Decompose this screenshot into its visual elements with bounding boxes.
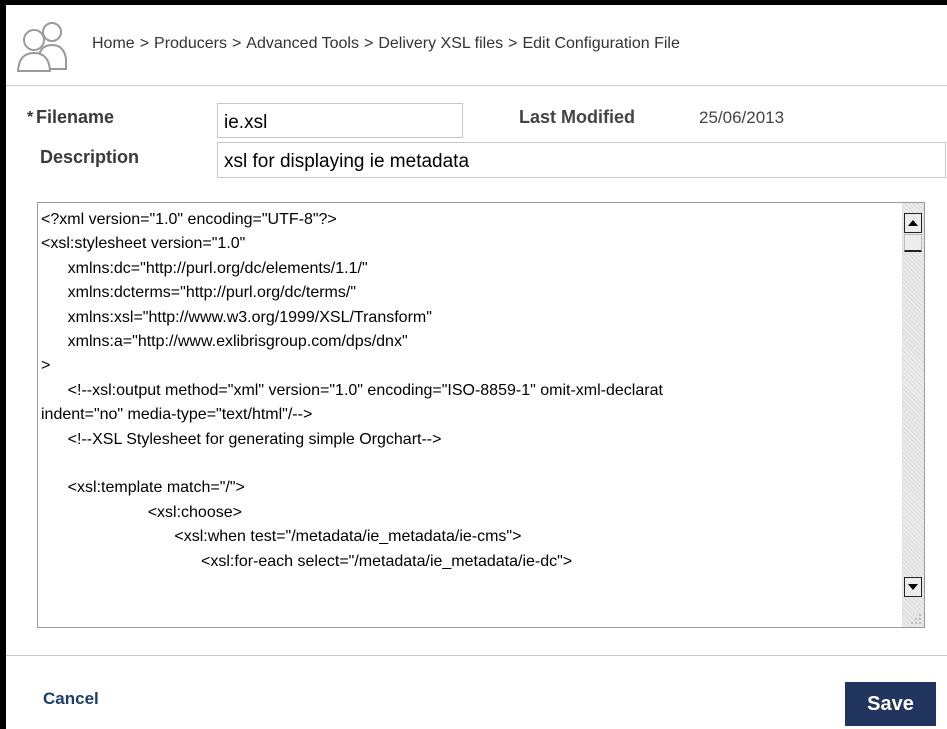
breadcrumb: Home > Producers > Advanced Tools > Delivery X… [92, 35, 680, 53]
arrow-down-icon [908, 584, 918, 590]
footer-divider [6, 655, 947, 656]
breadcrumb-current-page: Edit Configuration File [522, 35, 680, 52]
filename-input[interactable] [217, 103, 463, 138]
scroll-down-button[interactable] [904, 577, 922, 597]
breadcrumb-home[interactable]: Home [92, 35, 135, 52]
xsl-code-content[interactable]: <?xml version="1.0" encoding="UTF-8"?> <… [41, 208, 903, 574]
description-label: Description [40, 147, 140, 167]
breadcrumb-delivery-xsl-files[interactable]: Delivery XSL files [378, 35, 503, 52]
scroll-thumb[interactable] [904, 234, 922, 252]
breadcrumb-producers[interactable]: Producers [154, 35, 227, 52]
breadcrumb-advanced-tools[interactable]: Advanced Tools [246, 35, 359, 52]
cancel-link[interactable]: Cancel [43, 689, 99, 709]
resize-grip-icon[interactable] [908, 611, 922, 625]
filename-label: Filename [36, 107, 115, 127]
description-input[interactable] [217, 142, 946, 178]
people-icon [16, 22, 67, 72]
breadcrumb-separator: > [231, 35, 242, 52]
last-modified-value: 25/06/2013 [699, 108, 785, 127]
scroll-up-button[interactable] [904, 213, 922, 233]
save-button[interactable]: Save [845, 682, 936, 726]
breadcrumb-separator: > [508, 35, 518, 52]
editor-scrollbar[interactable] [902, 203, 924, 627]
page-header: Home > Producers > Advanced Tools > Delivery X… [6, 5, 947, 86]
required-marker: * [27, 109, 34, 126]
arrow-up-icon [908, 220, 918, 226]
edit-configuration-panel: Home > Producers > Advanced Tools > Delivery X… [6, 5, 947, 729]
last-modified-label: Last Modified [519, 107, 635, 127]
xsl-code-editor[interactable]: <?xml version="1.0" encoding="UTF-8"?> <… [37, 202, 925, 628]
breadcrumb-separator: > [363, 35, 374, 52]
breadcrumb-separator: > [139, 35, 150, 52]
